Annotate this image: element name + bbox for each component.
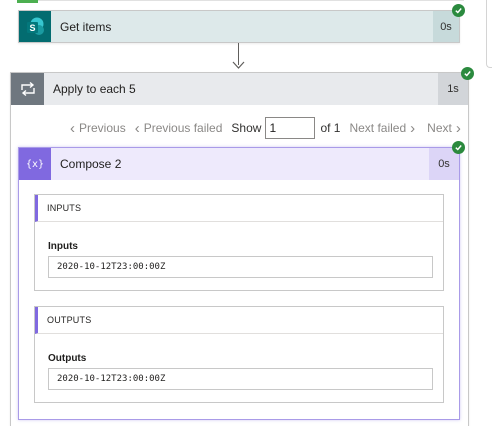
svg-text:S: S — [29, 23, 35, 33]
compose-card[interactable]: {x} Compose 2 0s INPUTS Inputs 2020-10-1… — [18, 147, 460, 420]
outputs-section: OUTPUTS Outputs 2020-10-12T23:00:00Z — [34, 306, 444, 403]
next-label: Next — [427, 121, 452, 135]
previous-label: Previous — [79, 121, 126, 135]
loop-icon — [11, 73, 44, 105]
outputs-value[interactable]: 2020-10-12T23:00:00Z — [48, 368, 433, 390]
inputs-header: INPUTS — [35, 195, 443, 222]
inputs-section: INPUTS Inputs 2020-10-12T23:00:00Z — [34, 194, 444, 291]
adjacent-card-edge — [486, 0, 492, 68]
page-count-label: of 1 — [320, 121, 341, 135]
chevron-right-icon: › — [455, 119, 461, 137]
get-items-title: Get items — [60, 19, 112, 34]
previous-button[interactable]: ‹ Previous — [70, 121, 126, 136]
inputs-label: Inputs — [48, 241, 78, 252]
outputs-header: OUTPUTS — [35, 307, 443, 334]
sharepoint-icon: S — [19, 11, 51, 42]
compose-header[interactable]: {x} Compose 2 0s — [19, 148, 459, 180]
compose-icon: {x} — [19, 148, 51, 180]
top-status-bar — [17, 0, 38, 3]
apply-to-each-header[interactable]: Apply to each 5 1s — [11, 73, 468, 105]
arrow-down-icon — [232, 61, 245, 69]
page-number-input[interactable] — [265, 117, 316, 139]
chevron-right-icon: › — [410, 119, 416, 137]
iteration-pager: ‹ Previous ‹ Previous failed Show of 1 N… — [70, 117, 461, 139]
inputs-value[interactable]: 2020-10-12T23:00:00Z — [48, 256, 433, 278]
compose-title: Compose 2 — [60, 157, 122, 171]
apply-to-each-title: Apply to each 5 — [53, 82, 136, 96]
previous-failed-button[interactable]: ‹ Previous failed — [135, 121, 223, 136]
success-check-icon — [452, 141, 465, 154]
success-check-icon — [461, 67, 474, 80]
previous-failed-label: Previous failed — [143, 121, 223, 135]
get-items-card[interactable]: S Get items 0s — [18, 10, 460, 43]
show-label: Show — [231, 121, 262, 135]
success-check-icon — [452, 4, 465, 17]
next-failed-button[interactable]: Next failed › — [349, 121, 415, 136]
top-divider — [38, 0, 464, 1]
get-items-header[interactable]: S Get items 0s — [19, 11, 459, 42]
next-failed-label: Next failed — [349, 121, 407, 135]
chevron-left-icon: ‹ — [134, 119, 140, 137]
outputs-label: Outputs — [48, 353, 87, 364]
next-button[interactable]: Next › — [427, 121, 461, 136]
chevron-left-icon: ‹ — [70, 119, 75, 137]
